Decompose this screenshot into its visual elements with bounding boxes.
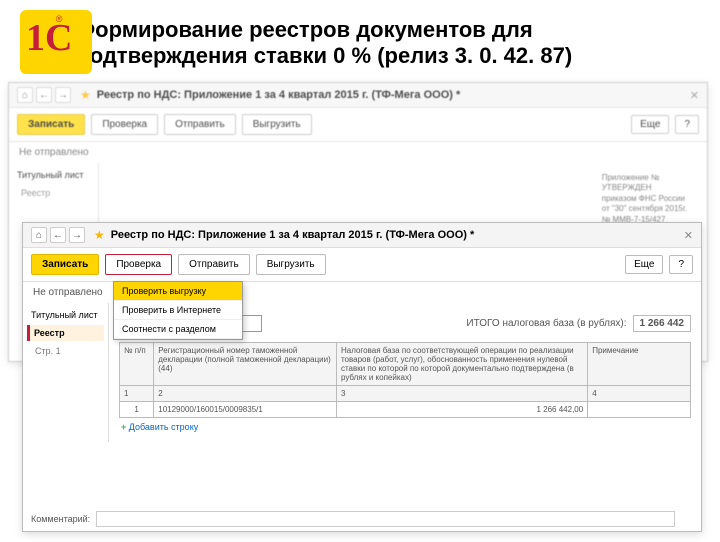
th-regnum: Регистрационный номер таможенной деклара… [154, 343, 337, 386]
th-base: Налоговая база по соответствующей операц… [336, 343, 587, 386]
op-sum-value: 1 266 442 [633, 315, 692, 332]
th-note: Примечание [588, 343, 691, 386]
titlebar-front: ⌂ ← → ★ Реестр по НДС: Приложение 1 за 4… [23, 223, 701, 248]
comments-label: Комментарий: [31, 514, 90, 524]
window-title-back: Реестр по НДС: Приложение 1 за 4 квартал… [97, 89, 690, 101]
comments-row: Комментарий: [31, 511, 675, 527]
star-icon[interactable]: ★ [94, 228, 105, 242]
toolbar-back: Записать Проверка Отправить Выгрузить Ещ… [9, 108, 707, 142]
send-button[interactable]: Отправить [164, 114, 236, 135]
forward-icon[interactable]: → [55, 87, 71, 103]
window-front: ⌂ ← → ★ Реестр по НДС: Приложение 1 за 4… [22, 222, 702, 532]
window-title-front: Реестр по НДС: Приложение 1 за 4 квартал… [111, 229, 684, 241]
export-button[interactable]: Выгрузить [256, 254, 326, 275]
status-back: Не отправлено [9, 142, 707, 163]
dd-correlate[interactable]: Соотнести с разделом [114, 320, 242, 339]
more-button[interactable]: Еще [631, 115, 669, 134]
sidebar-registry[interactable]: Реестр [27, 325, 104, 341]
forward-icon[interactable]: → [69, 227, 85, 243]
dd-check-internet[interactable]: Проверить в Интернете [114, 301, 242, 320]
table-row[interactable]: 1 10129000/160015/0009835/1 1 266 442,00 [120, 402, 691, 418]
help-button[interactable]: ? [675, 115, 699, 134]
home-icon[interactable]: ⌂ [31, 227, 47, 243]
titlebar-back: ⌂ ← → ★ Реестр по НДС: Приложение 1 за 4… [9, 83, 707, 108]
th-num: № п/п [120, 343, 154, 386]
record-button[interactable]: Записать [31, 254, 99, 275]
slide-title: Формирование реестров документов для под… [76, 17, 704, 70]
record-button[interactable]: Записать [17, 114, 85, 135]
add-row-link[interactable]: + Добавить строку [119, 418, 691, 436]
toolbar-front: Записать Проверка Отправить Выгрузить Ещ… [23, 248, 701, 282]
sidebar-front: Титульный лист Реестр Стр. 1 [23, 303, 109, 442]
home-icon[interactable]: ⌂ [17, 87, 33, 103]
check-button[interactable]: Проверка [105, 254, 172, 275]
op-sum-label: ИТОГО налоговая база (в рублях): [466, 318, 626, 329]
sidebar-registry[interactable]: Реестр [13, 185, 94, 201]
dd-check-export[interactable]: Проверить выгрузку [114, 282, 242, 301]
comments-input[interactable] [96, 511, 675, 527]
sidebar-title-sheet[interactable]: Титульный лист [13, 167, 94, 183]
slide-header: 1C ® Формирование реестров документов дл… [0, 0, 720, 82]
back-icon[interactable]: ← [50, 227, 66, 243]
sidebar-title-sheet[interactable]: Титульный лист [27, 307, 104, 323]
more-button[interactable]: Еще [625, 255, 663, 274]
send-button[interactable]: Отправить [178, 254, 250, 275]
registry-table: № п/п Регистрационный номер таможенной д… [119, 342, 691, 418]
export-button[interactable]: Выгрузить [242, 114, 312, 135]
help-button[interactable]: ? [669, 255, 693, 274]
star-icon[interactable]: ★ [80, 88, 91, 102]
close-icon[interactable]: ✕ [684, 229, 693, 242]
logo-1c: 1C ® [16, 8, 68, 78]
sidebar-page[interactable]: Стр. 1 [27, 343, 104, 359]
close-icon[interactable]: ✕ [690, 89, 699, 102]
check-dropdown: Проверить выгрузку Проверить в Интернете… [113, 281, 243, 340]
back-icon[interactable]: ← [36, 87, 52, 103]
check-button[interactable]: Проверка [91, 114, 158, 135]
